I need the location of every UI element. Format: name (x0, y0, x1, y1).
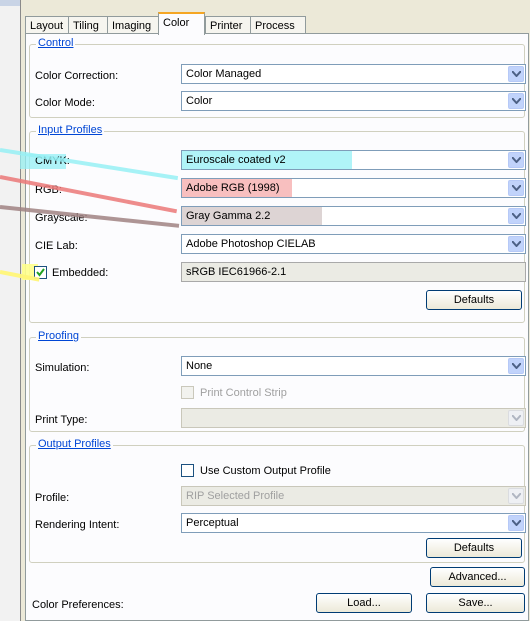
chevron-down-icon (508, 66, 524, 82)
embedded-label: Embedded: (52, 267, 109, 279)
rgb-value: Adobe RGB (1998) (186, 182, 280, 194)
color-correction-value: Color Managed (186, 68, 262, 80)
tab-process[interactable]: Process (250, 16, 306, 34)
grayscale-value: Gray Gamma 2.2 (186, 210, 271, 222)
cmyk-select[interactable]: Euroscale coated v2 (181, 150, 526, 170)
tab-label: Printer (210, 20, 243, 32)
tab-color[interactable]: Color (158, 12, 205, 35)
output-profiles-group: Output Profiles Use Custom Output Profil… (29, 438, 526, 563)
chevron-down-icon (508, 515, 524, 531)
use-custom-output-label: Use Custom Output Profile (200, 465, 331, 477)
use-custom-output-checkbox[interactable] (181, 464, 194, 477)
tab-layout[interactable]: Layout (25, 16, 69, 34)
checkmark-icon (36, 268, 45, 277)
grayscale-select[interactable]: Gray Gamma 2.2 (181, 206, 526, 226)
tab-label: Tiling (73, 20, 99, 32)
color-mode-value: Color (186, 95, 213, 107)
save-button[interactable]: Save... (426, 593, 525, 613)
tab-label: Color (163, 17, 190, 29)
cielab-label: CIE Lab: (35, 240, 78, 252)
chevron-down-icon (508, 208, 524, 224)
color-settings-panel: Layout Tiling Imaging Color Printer Proc… (20, 0, 530, 621)
input-defaults-button[interactable]: Defaults (426, 290, 522, 310)
control-group: Control Color Correction: Color Managed … (29, 37, 526, 118)
simulation-value: None (186, 360, 213, 372)
simulation-label: Simulation: (35, 362, 90, 374)
cmyk-value: Euroscale coated v2 (186, 154, 286, 166)
color-tab-content: Control Color Correction: Color Managed … (20, 33, 529, 621)
chevron-down-icon (508, 180, 524, 196)
rendering-intent-value: Perceptual (186, 517, 239, 529)
advanced-button[interactable]: Advanced... (430, 567, 525, 587)
print-type-select[interactable] (181, 408, 526, 428)
chevron-down-icon (508, 488, 524, 504)
tab-imaging[interactable]: Imaging (107, 16, 159, 34)
color-correction-select[interactable]: Color Managed (181, 64, 526, 84)
chevron-down-icon (508, 93, 524, 109)
tab-label: Layout (30, 20, 64, 32)
tab-label: Process (255, 20, 295, 32)
output-defaults-button[interactable]: Defaults (426, 538, 522, 558)
rendering-intent-select[interactable]: Perceptual (181, 513, 526, 533)
rgb-select[interactable]: Adobe RGB (1998) (181, 178, 526, 198)
tab-label: Imaging (112, 20, 152, 32)
cielab-value: Adobe Photoshop CIELAB (186, 238, 316, 250)
print-type-label: Print Type: (35, 414, 88, 426)
profile-label: Profile: (35, 492, 70, 504)
color-correction-label: Color Correction: (35, 70, 119, 82)
color-preferences-label: Color Preferences: (32, 599, 124, 611)
cielab-select[interactable]: Adobe Photoshop CIELAB (181, 234, 526, 254)
output-profiles-legend: Output Profiles (36, 438, 113, 450)
print-control-strip-label: Print Control Strip (200, 387, 287, 399)
input-profiles-group: Input Profiles CMYK: Euroscale coated v2… (20, 124, 526, 323)
embedded-profile-field: sRGB IEC61966-2.1 (181, 262, 526, 282)
color-mode-label: Color Mode: (35, 97, 95, 109)
chevron-down-icon (508, 410, 524, 426)
profile-value: RIP Selected Profile (186, 490, 285, 502)
chevron-down-icon (508, 152, 524, 168)
rendering-intent-label: Rendering Intent: (35, 519, 120, 531)
tab-printer[interactable]: Printer (205, 16, 251, 34)
control-legend: Control (36, 37, 76, 49)
chevron-down-icon (508, 236, 524, 252)
color-mode-select[interactable]: Color (181, 91, 526, 111)
profile-select[interactable]: RIP Selected Profile (181, 486, 526, 506)
simulation-select[interactable]: None (181, 356, 526, 376)
proofing-group: Proofing Simulation: None Print Control … (29, 330, 526, 432)
tab-tiling[interactable]: Tiling (68, 16, 108, 34)
print-control-strip-checkbox[interactable] (181, 386, 194, 399)
proofing-legend: Proofing (36, 330, 81, 342)
input-profiles-legend: Input Profiles (36, 124, 105, 136)
chevron-down-icon (508, 358, 524, 374)
load-button[interactable]: Load... (316, 593, 412, 613)
